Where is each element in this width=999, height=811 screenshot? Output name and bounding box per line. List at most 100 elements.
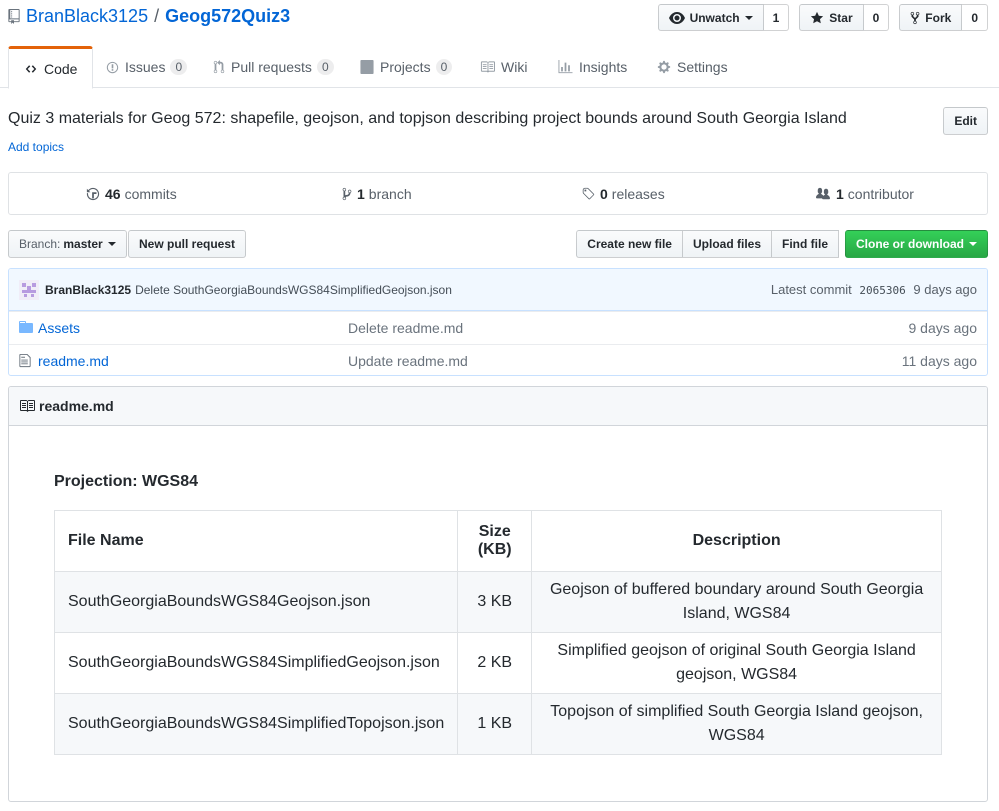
tab-settings[interactable]: Settings (642, 46, 743, 88)
commit-meta: Latest commit 2065306 9 days ago (771, 282, 977, 297)
readme-filename: readme.md (39, 398, 114, 414)
tab-wiki[interactable]: Wiki (465, 46, 542, 88)
file-name-link[interactable]: readme.md (38, 353, 109, 369)
fork-button[interactable]: Fork (899, 4, 963, 31)
table-cell-size: 3 KB (457, 571, 533, 633)
repo-title: BranBlack3125 / Geog572Quiz3 (8, 6, 290, 27)
find-file-button[interactable]: Find file (771, 230, 839, 258)
stargazers-count[interactable]: 0 (863, 4, 890, 31)
pull-request-icon (213, 60, 225, 74)
avatar[interactable] (19, 279, 39, 300)
releases-count: 0 (600, 185, 608, 202)
star-label: Star (829, 10, 853, 25)
readme-panel: readme.md Projection: WGS84 File Name Si… (8, 386, 988, 802)
commit-author-link[interactable]: BranBlack3125 (45, 283, 131, 297)
table-cell-filename: SouthGeorgiaBoundsWGS84Geojson.json (53, 571, 459, 633)
commit-message-link[interactable]: Delete SouthGeorgiaBoundsWGS84Simplified… (135, 283, 452, 297)
table-cell-description: Geojson of buffered boundary around Sout… (531, 571, 942, 633)
tab-code-label: Code (44, 60, 78, 77)
tag-icon (582, 187, 595, 199)
table-cell-description: Simplified geojson of original South Geo… (531, 632, 942, 694)
commits-count: 46 (105, 185, 121, 202)
clone-or-download-button[interactable]: Clone or download (845, 230, 988, 258)
branch-label: Branch: (19, 237, 61, 251)
table-header-row: File Name Size (KB) Description (53, 510, 942, 572)
graph-icon (558, 60, 573, 74)
chevron-down-icon (107, 242, 116, 246)
commits-label: commits (124, 185, 177, 202)
contributors-count: 1 (836, 185, 844, 202)
branches-link[interactable]: 1 branch (342, 173, 412, 214)
table-cell-filename: SouthGeorgiaBoundsWGS84SimplifiedGeojson… (53, 632, 459, 694)
file-list: BranBlack3125 Delete SouthGeorgiaBoundsW… (8, 268, 988, 376)
tab-code[interactable]: Code (8, 46, 94, 89)
file-text-icon (19, 353, 31, 368)
file-actions: Create new file Upload files Find file C… (576, 230, 988, 258)
commit-sha-link[interactable]: 2065306 (859, 284, 905, 297)
file-commit-message[interactable]: Update readme.md (348, 353, 468, 369)
fork-group: Fork 0 (899, 4, 988, 31)
tab-insights[interactable]: Insights (543, 46, 642, 88)
table-row: SouthGeorgiaBoundsWGS84SimplifiedTopojso… (53, 693, 942, 755)
tab-pull-requests[interactable]: Pull requests 0 (198, 46, 349, 88)
file-row-assets: Assets Delete readme.md 9 days ago (9, 311, 987, 344)
star-icon (811, 11, 824, 23)
people-icon (816, 187, 830, 199)
branches-count: 1 (357, 185, 365, 202)
book-icon (480, 61, 495, 73)
forks-count[interactable]: 0 (962, 4, 988, 31)
star-button[interactable]: Star (799, 4, 864, 31)
file-commit-message[interactable]: Delete readme.md (348, 320, 463, 336)
gear-icon (657, 60, 671, 74)
branches-label: branch (368, 185, 412, 202)
projects-counter: 0 (435, 59, 453, 75)
star-group: Star 0 (799, 4, 890, 31)
repo-nav: Code Issues 0 Pull requests 0 Projects 0… (0, 46, 999, 89)
tab-projects-label: Projects (380, 59, 431, 75)
book-icon (20, 400, 35, 412)
branch-value: master (63, 237, 103, 251)
pull-requests-counter: 0 (316, 59, 334, 75)
unwatch-label: Unwatch (689, 10, 740, 25)
unwatch-button[interactable]: Unwatch (657, 4, 764, 31)
upload-files-button[interactable]: Upload files (681, 230, 772, 258)
clone-label: Clone or download (856, 237, 964, 251)
latest-commit-prefix: Latest commit (770, 282, 852, 297)
table-row: SouthGeorgiaBoundsWGS84SimplifiedGeojson… (53, 632, 942, 694)
issues-counter: 0 (170, 59, 188, 75)
releases-link[interactable]: 0 releases (581, 173, 665, 214)
fork-icon (910, 11, 920, 24)
chevron-down-icon (969, 242, 977, 246)
add-topics-link[interactable]: Add topics (8, 140, 64, 154)
edit-description-button[interactable]: Edit (943, 107, 988, 135)
create-new-file-button[interactable]: Create new file (576, 230, 683, 258)
commits-link[interactable]: 46 commits (86, 173, 177, 214)
watch-group: Unwatch 1 (657, 4, 790, 31)
watchers-count[interactable]: 1 (763, 4, 790, 31)
chevron-down-icon (744, 15, 753, 20)
tab-settings-label: Settings (677, 59, 728, 75)
projection-heading: Projection: WGS84 (54, 473, 199, 490)
table-header: File Name (53, 510, 459, 572)
eye-icon (668, 11, 685, 24)
new-pull-request-button[interactable]: New pull request (128, 230, 247, 258)
branch-select-button[interactable]: Branch: master (8, 230, 127, 258)
readme-table: File Name Size (KB) Description SouthGeo… (53, 510, 942, 755)
issue-icon (106, 61, 119, 73)
tab-projects[interactable]: Projects 0 (345, 46, 467, 88)
file-name-link[interactable]: Assets (38, 320, 80, 336)
latest-commit: BranBlack3125 Delete SouthGeorgiaBoundsW… (9, 269, 987, 311)
commit-age: 9 days ago (913, 282, 977, 297)
repo-name-link[interactable]: Geog572Quiz3 (165, 6, 290, 27)
file-row-readme: readme.md Update readme.md 11 days ago (9, 344, 987, 375)
tab-issues[interactable]: Issues 0 (91, 46, 202, 88)
table-header: Description (531, 510, 942, 572)
repo-owner-link[interactable]: BranBlack3125 (26, 6, 148, 27)
table-cell-description: Topojson of simplified South Georgia Isl… (531, 693, 942, 755)
table-cell-filename: SouthGeorgiaBoundsWGS84SimplifiedTopojso… (53, 693, 459, 755)
table-cell-size: 1 KB (457, 693, 533, 755)
history-icon (86, 187, 100, 200)
table-cell-size: 2 KB (457, 632, 533, 694)
contributors-link[interactable]: 1 contributor (815, 173, 914, 214)
readme-header: readme.md (9, 387, 987, 426)
